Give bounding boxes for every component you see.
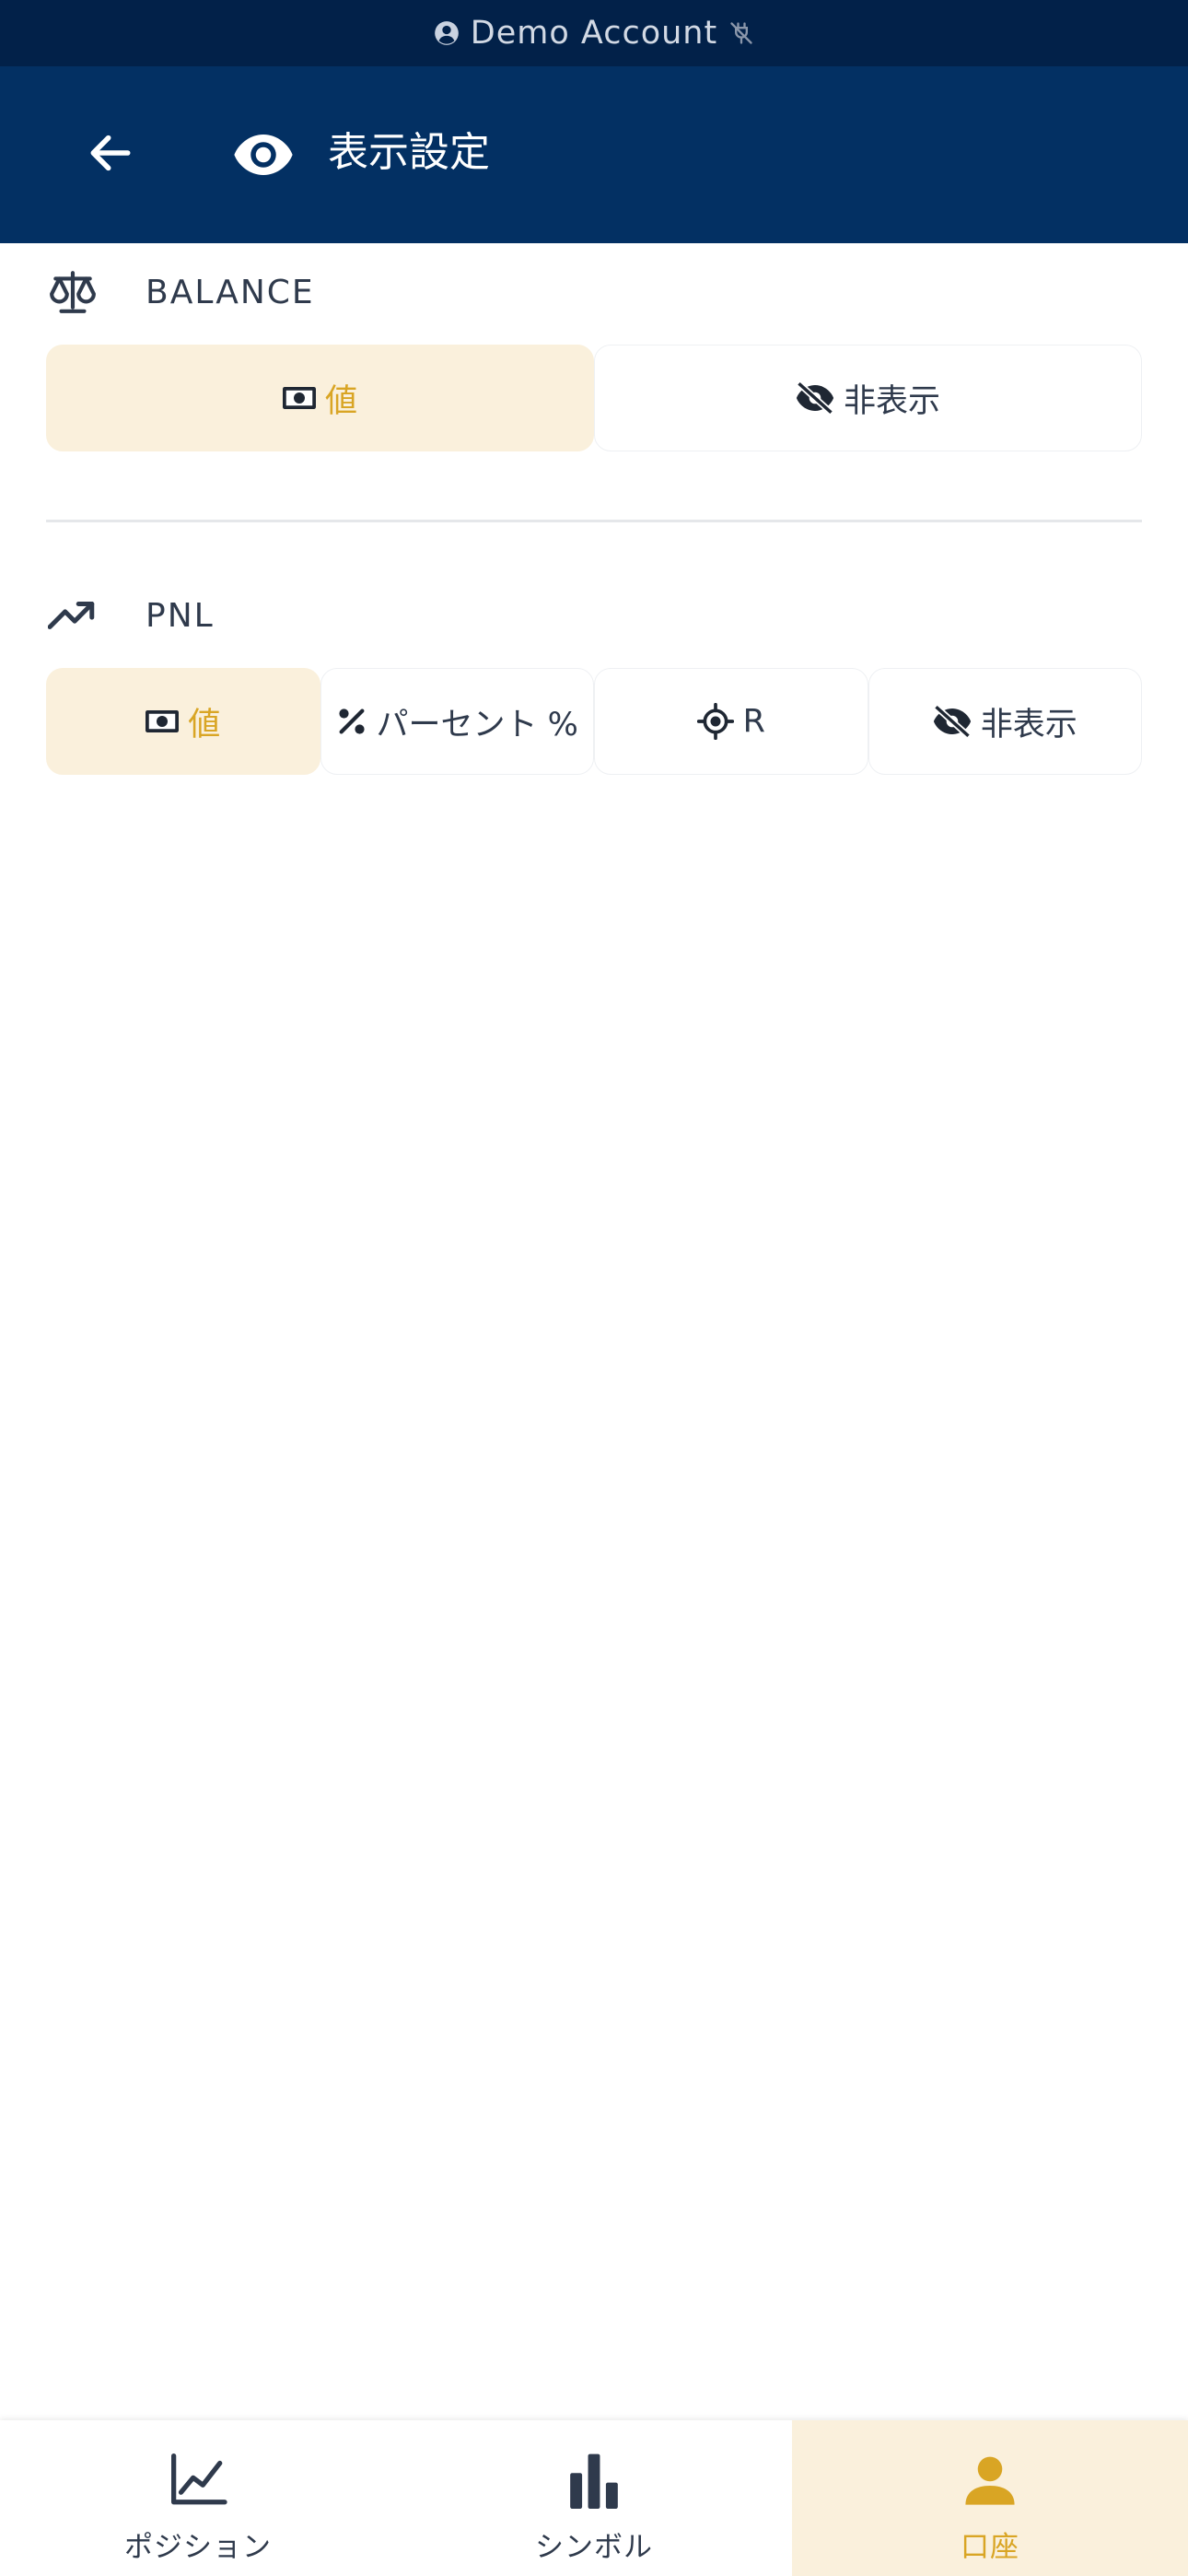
pnl-display-toggle: 値 パーセント % R 非表示 <box>46 668 1142 775</box>
back-button[interactable] <box>64 118 157 192</box>
line-chart-icon <box>166 2448 230 2512</box>
pnl-option-value-label: 値 <box>188 706 221 744</box>
account-mode-label: Demo Account <box>470 15 718 52</box>
eye-off-icon <box>933 705 972 738</box>
person-icon <box>958 2448 1022 2512</box>
pnl-option-hidden-label: 非表示 <box>980 706 1077 744</box>
scale-icon <box>46 265 99 319</box>
nav-item-symbols[interactable]: シンボル <box>396 2420 792 2576</box>
nav-item-positions[interactable]: ポジション <box>0 2420 396 2576</box>
app-header: 表示設定 <box>0 66 1188 243</box>
bottom-navigation: ポジション シンボル 口座 <box>0 2420 1188 2576</box>
nav-label-positions: ポジション <box>124 2531 272 2564</box>
pnl-option-value[interactable]: 値 <box>46 668 320 775</box>
balance-option-value[interactable]: 値 <box>46 345 594 451</box>
disconnected-plug-icon <box>728 20 754 46</box>
crosshair-icon <box>696 703 734 740</box>
balance-option-value-label: 値 <box>324 382 357 420</box>
pnl-option-r[interactable]: R <box>594 668 868 775</box>
pnl-option-percent[interactable]: パーセント % <box>320 668 594 775</box>
pnl-option-r-label: R <box>742 703 765 740</box>
eye-icon <box>230 127 297 182</box>
nav-label-symbols: シンボル <box>535 2531 653 2564</box>
money-icon <box>282 386 316 410</box>
arrow-left-icon <box>85 127 136 182</box>
status-bar: Demo Account <box>0 0 1188 66</box>
balance-section-label: BALANCE <box>146 273 315 311</box>
balance-option-hidden[interactable]: 非表示 <box>594 345 1142 451</box>
balance-section-header: BALANCE <box>46 264 315 320</box>
display-settings-screen: Demo Account 表示設定 BALANCE 値 非表示 PNL 値 パー… <box>0 0 1188 2576</box>
pnl-option-hidden[interactable]: 非表示 <box>868 668 1142 775</box>
nav-item-account[interactable]: 口座 <box>792 2420 1188 2576</box>
percent-icon <box>336 706 367 737</box>
section-divider <box>46 520 1142 522</box>
pnl-section-header: PNL <box>46 588 215 643</box>
balance-display-toggle: 値 非表示 <box>46 345 1142 451</box>
pnl-option-percent-label: パーセント % <box>376 706 578 744</box>
money-icon <box>146 709 180 733</box>
trending-up-icon <box>46 589 99 642</box>
balance-option-hidden-label: 非表示 <box>843 382 940 420</box>
nav-label-account: 口座 <box>961 2531 1019 2564</box>
page-title: 表示設定 <box>328 129 490 176</box>
pnl-section-label: PNL <box>146 596 215 635</box>
user-circle-icon <box>434 20 460 46</box>
eye-off-icon <box>796 381 834 415</box>
bar-chart-icon <box>562 2448 626 2512</box>
